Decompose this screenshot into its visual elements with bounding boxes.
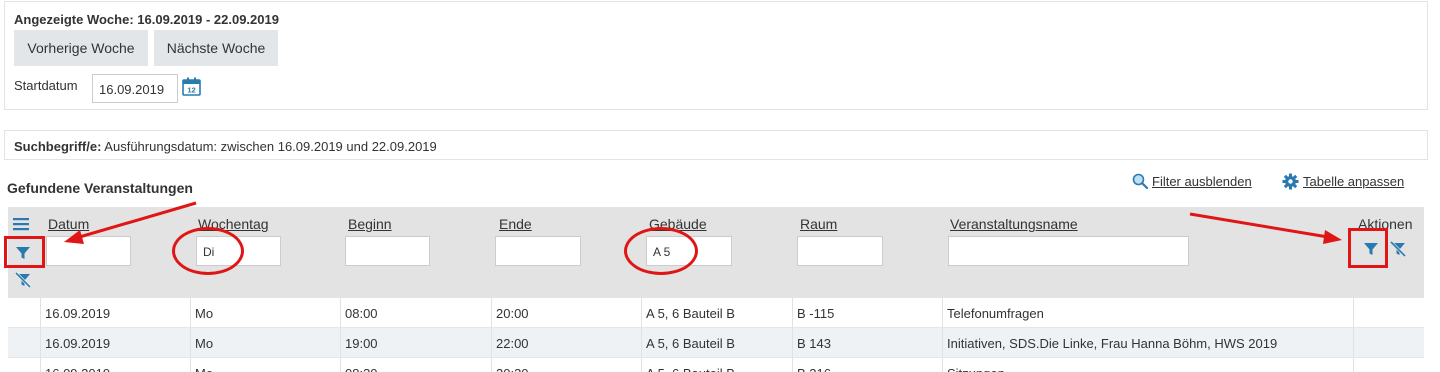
cell-gebaeude: A 5, 6 Bauteil B — [642, 358, 793, 372]
magnifier-icon — [1132, 173, 1148, 189]
cell-wochentag: Mo — [191, 328, 341, 358]
week-title: Angezeigte Woche: 16.09.2019 - 22.09.201… — [14, 12, 279, 27]
customize-table-link[interactable]: Tabelle anpassen — [1282, 173, 1404, 190]
annotation-box-right-filter — [1348, 228, 1388, 268]
hide-filter-link[interactable]: Filter ausblenden — [1132, 173, 1252, 189]
filter-input-beginn[interactable] — [345, 236, 430, 266]
filter-input-datum[interactable] — [46, 236, 131, 266]
cell-raum: B 216 — [793, 358, 943, 372]
calendar-day-number: 12 — [187, 86, 195, 95]
cell-ende: 22:00 — [492, 328, 642, 358]
results-title: Gefundene Veranstaltungen — [7, 180, 193, 196]
search-criteria-label: Suchbegriff/e: — [14, 139, 102, 154]
cell-datum: 16.09.2019 — [41, 328, 191, 358]
customize-table-label: Tabelle anpassen — [1303, 174, 1405, 189]
annotation-ellipse-wochentag — [172, 227, 244, 275]
cell-wochentag: Mo — [191, 298, 341, 328]
cell-aktionen — [1354, 298, 1424, 328]
column-header-raum[interactable]: Raum — [800, 216, 837, 232]
annotation-ellipse-gebaeude — [624, 227, 698, 275]
cell-datum: 16.09.2019 — [41, 358, 191, 372]
cell-beginn: 19:00 — [341, 328, 492, 358]
calendar-icon[interactable]: 12 — [182, 77, 201, 96]
cell-beginn: 08:30 — [341, 358, 492, 372]
cell-gebaeude: A 5, 6 Bauteil B — [642, 328, 793, 358]
row-select-cell[interactable] — [8, 328, 41, 358]
filter-input-veranstaltungsname[interactable] — [948, 236, 1189, 266]
clear-filter-icon-actions[interactable] — [1389, 240, 1407, 258]
table-row[interactable]: 16.09.2019 Mo 19:00 22:00 A 5, 6 Bauteil… — [8, 328, 1424, 358]
cell-ende: 20:00 — [492, 298, 642, 328]
column-header-ende[interactable]: Ende — [499, 216, 532, 232]
cell-wochentag: Mo — [191, 358, 341, 372]
column-header-datum[interactable]: Datum — [48, 216, 89, 232]
filter-input-raum[interactable] — [797, 236, 883, 266]
annotation-box-left-filter — [4, 236, 45, 268]
row-select-cell[interactable] — [8, 298, 41, 328]
start-date-input[interactable]: 16.09.2019 — [92, 74, 178, 103]
cell-veranstaltungsname: Initiativen, SDS.Die Linke, Frau Hanna B… — [943, 328, 1354, 358]
cell-veranstaltungsname: Sitzungen — [943, 358, 1354, 372]
cell-raum: B 143 — [793, 328, 943, 358]
cell-datum: 16.09.2019 — [41, 298, 191, 328]
cell-beginn: 08:00 — [341, 298, 492, 328]
filter-input-ende[interactable] — [495, 236, 581, 266]
table-row[interactable]: 16.09.2019 Mo 08:00 20:00 A 5, 6 Bauteil… — [8, 298, 1424, 328]
previous-week-button[interactable]: Vorherige Woche — [14, 30, 148, 66]
start-date-label: Startdatum — [14, 78, 78, 93]
row-select-cell[interactable] — [8, 358, 41, 372]
hide-filter-label: Filter ausblenden — [1152, 173, 1252, 189]
column-header-beginn[interactable]: Beginn — [348, 216, 392, 232]
search-criteria-value: Ausführungsdatum: zwischen 16.09.2019 un… — [101, 139, 437, 154]
cell-aktionen — [1354, 328, 1424, 358]
cell-ende: 20:30 — [492, 358, 642, 372]
cell-veranstaltungsname: Telefonumfragen — [943, 298, 1354, 328]
table-row[interactable]: 16.09.2019 Mo 08:30 20:30 A 5, 6 Bauteil… — [8, 358, 1424, 372]
cell-aktionen — [1354, 358, 1424, 372]
search-criteria-text: Suchbegriff/e: Ausführungsdatum: zwische… — [14, 139, 437, 154]
cell-gebaeude: A 5, 6 Bauteil B — [642, 298, 793, 328]
cell-raum: B -115 — [793, 298, 943, 328]
column-header-veranstaltungsname[interactable]: Veranstaltungsname — [950, 216, 1078, 232]
week-panel: Angezeigte Woche: 16.09.2019 - 22.09.201… — [4, 1, 1428, 110]
gear-icon — [1282, 173, 1299, 190]
clear-filter-icon[interactable] — [14, 271, 32, 289]
next-week-button[interactable]: Nächste Woche — [154, 30, 278, 66]
search-criteria-panel: Suchbegriff/e: Ausführungsdatum: zwische… — [4, 130, 1428, 160]
menu-icon[interactable] — [13, 217, 29, 231]
